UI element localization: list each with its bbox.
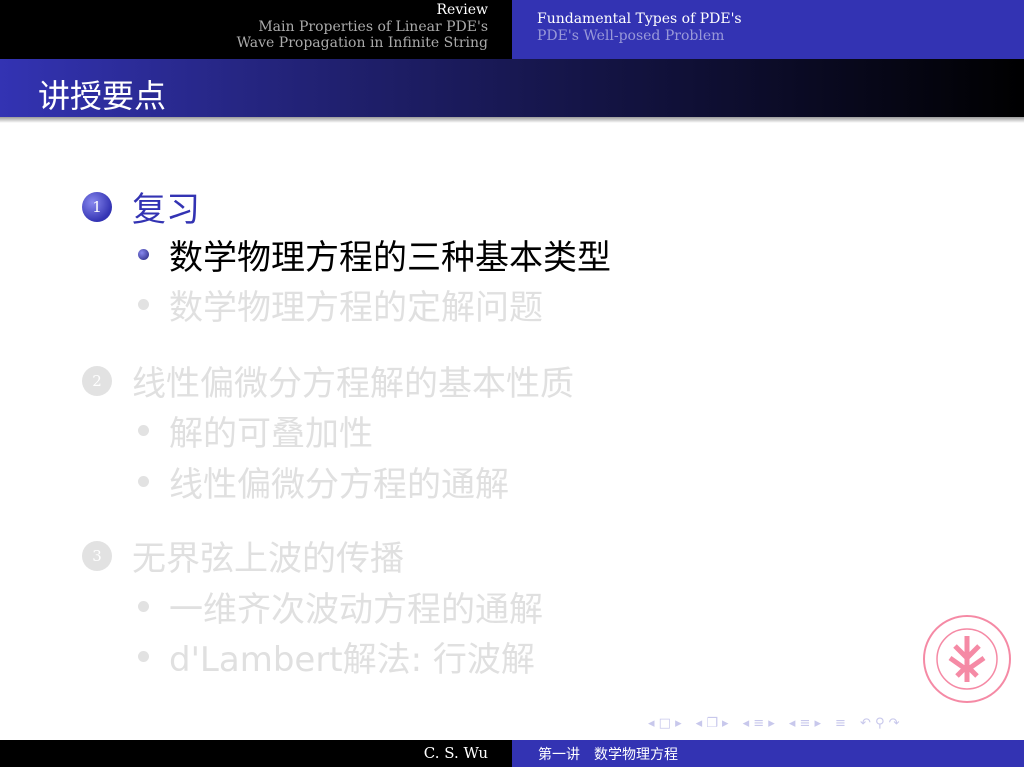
section-number-badge: 2 — [82, 365, 112, 396]
section-label: 无界弦上波的传播 — [132, 539, 404, 579]
section-nav: Review Main Properties of Linear PDE's W… — [0, 0, 512, 59]
footer: C. S. Wu 第一讲 数学物理方程 — [0, 740, 1024, 767]
outline-icon[interactable]: ≡ — [835, 716, 846, 731]
header-nav: Review Main Properties of Linear PDE's W… — [0, 0, 1024, 59]
subsection-nav-icon[interactable]: ◂ ❐ ▸ — [696, 716, 729, 731]
bullet-icon — [138, 651, 149, 662]
outline-item: 线性偏微分方程的通解 — [138, 457, 509, 506]
bullet-icon — [138, 425, 149, 436]
section-label: 线性偏微分方程解的基本性质 — [132, 364, 574, 404]
section-nav-icon[interactable]: ◂ ≡ ▸ — [743, 716, 775, 731]
bullet-icon — [138, 299, 149, 310]
section-number-badge: 3 — [82, 540, 112, 571]
bullet-icon — [138, 601, 149, 612]
nav-subsection-fundamental[interactable]: Fundamental Types of PDE's — [537, 11, 1024, 28]
outline-item: 解的可叠加性 — [138, 406, 373, 455]
nav-subsection-wellposed[interactable]: PDE's Well-posed Problem — [537, 28, 1024, 45]
item-label: 数学物理方程的定解问题 — [169, 288, 543, 328]
item-label: d'Lambert解法: 行波解 — [169, 640, 535, 680]
outline-section-1: 1 复习 — [82, 182, 200, 231]
title-shadow — [0, 117, 1024, 123]
university-logo — [923, 615, 1011, 703]
subsection-nav: Fundamental Types of PDE's PDE's Well-po… — [512, 0, 1024, 59]
item-label: 解的可叠加性 — [169, 414, 373, 454]
bullet-icon — [138, 476, 149, 487]
outline-item: 数学物理方程的定解问题 — [138, 280, 543, 329]
footer-lecture: 第一讲 数学物理方程 — [512, 740, 1024, 767]
frame-nav-icon[interactable]: ◂ □ ▸ — [648, 716, 682, 731]
item-label: 数学物理方程的三种基本类型 — [169, 238, 611, 278]
nav-section-properties[interactable]: Main Properties of Linear PDE's — [0, 19, 488, 36]
document-nav-icon[interactable]: ◂ ≡ ▸ — [789, 716, 821, 731]
beamer-navigation: ◂ □ ▸ ◂ ❐ ▸ ◂ ≡ ▸ ◂ ≡ ▸ ≡ ↶ ⚲ ↷ — [648, 716, 900, 731]
item-label: 一维齐次波动方程的通解 — [169, 590, 543, 630]
nav-section-review[interactable]: Review — [0, 2, 488, 19]
item-label: 线性偏微分方程的通解 — [169, 465, 509, 505]
outline-item: d'Lambert解法: 行波解 — [138, 632, 535, 681]
outline-item: 数学物理方程的三种基本类型 — [138, 230, 611, 279]
frame-title: 讲授要点 — [0, 59, 1024, 117]
section-label: 复习 — [132, 190, 200, 230]
outline-item: 一维齐次波动方程的通解 — [138, 582, 543, 631]
nav-section-wave[interactable]: Wave Propagation in Infinite String — [0, 35, 488, 52]
outline-section-3: 3 无界弦上波的传播 — [82, 531, 404, 580]
footer-author: C. S. Wu — [0, 740, 512, 767]
outline-section-2: 2 线性偏微分方程解的基本性质 — [82, 356, 574, 405]
section-number-badge: 1 — [82, 191, 112, 222]
bullet-icon — [138, 249, 149, 260]
search-back-forward-icon[interactable]: ↶ ⚲ ↷ — [860, 716, 900, 731]
